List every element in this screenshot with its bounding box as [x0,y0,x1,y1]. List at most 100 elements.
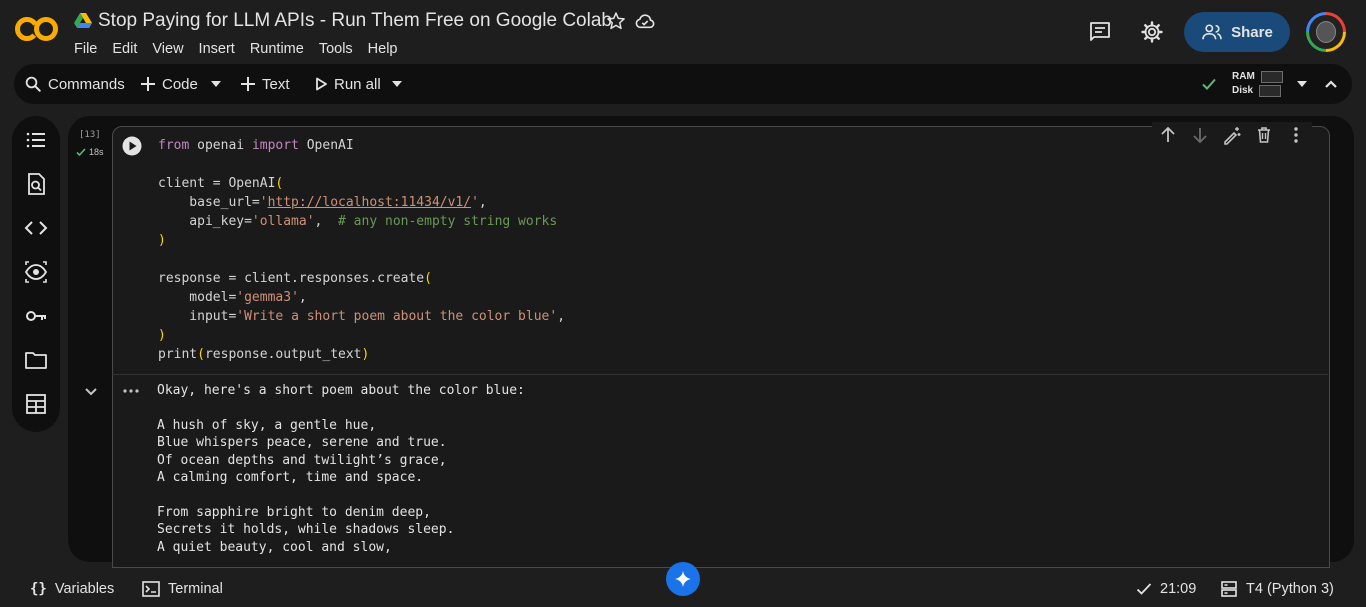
run-cell-button[interactable] [122,136,142,156]
output-line: Blue whispers peace, serene and true. [157,435,447,451]
code-line: ) [158,233,166,248]
notebook-title[interactable]: Stop Paying for LLM APIs - Run Them Free… [98,10,612,32]
run-all-dropdown-button[interactable] [391,64,403,104]
gemini-button[interactable] [666,562,700,596]
execution-count: [13] [79,130,101,140]
collapse-output-icon[interactable] [82,382,100,400]
add-text-button[interactable]: Text [240,64,290,104]
chevron-up-icon [1325,80,1337,88]
output-line: Okay, here's a short poem about the colo… [157,383,525,398]
disk-label: Disk [1232,85,1254,96]
ram-bar [1260,71,1283,83]
code-snippets-icon[interactable] [24,216,48,240]
ram-label: RAM [1232,71,1255,82]
collapse-header-button[interactable] [1324,64,1338,104]
menu-tools[interactable]: Tools [319,41,353,57]
plus-icon [241,77,255,91]
output-line: A calming comfort, time and space. [157,470,424,486]
execution-time: 18s [89,147,104,157]
code-label: Code [162,75,198,93]
run-all-button[interactable]: Run all [314,64,381,104]
notebook-toolbar: Commands Code Text Run all RAM Disk [14,64,1352,104]
server-icon [1221,580,1237,597]
settings-gear-icon[interactable] [1140,20,1164,44]
find-replace-icon[interactable] [24,172,48,196]
menu-file[interactable]: File [74,41,97,57]
table-icon[interactable] [24,392,48,416]
comment-icon[interactable] [1088,20,1112,44]
toc-icon[interactable] [24,128,48,152]
menu-help[interactable]: Help [368,41,398,57]
output-line: A quiet beauty, cool and slow, [157,539,392,555]
execution-time-status[interactable]: 21:09 [1136,570,1196,607]
commands-button[interactable]: Commands [24,64,125,104]
delete-icon[interactable] [1254,125,1274,145]
runtime-status[interactable]: T4 (Python 3) [1220,570,1334,607]
run-all-label: Run all [334,75,381,93]
variables-button[interactable]: {} Variables [30,570,114,607]
code-dropdown-button[interactable] [210,64,222,104]
code-line: from openai import OpenAI [158,138,354,153]
move-up-icon[interactable] [1158,125,1178,145]
variables-label: Variables [54,580,115,597]
google-drive-icon[interactable] [74,13,92,29]
output-divider [112,374,1328,375]
code-line: ) [158,328,166,343]
disk-bar [1259,85,1282,97]
secrets-key-icon[interactable] [24,304,48,328]
colab-logo-icon[interactable] [14,12,60,46]
folder-icon[interactable] [24,348,48,372]
output-line: A hush of sky, a gentle hue, [157,417,377,433]
code-line: print(response.output_text) [158,347,370,362]
cloud-saved-icon[interactable] [634,11,656,31]
share-label: Share [1231,23,1273,41]
output-line: From sapphire bright to denim deep, [157,504,431,520]
output-actions-icon[interactable] [122,384,140,398]
commands-label: Commands [48,75,125,93]
code-line: input='Write a short poem about the colo… [158,309,566,324]
menu-runtime[interactable]: Runtime [250,41,304,57]
menu-bar: File Edit View Insert Runtime Tools Help [74,41,413,57]
menu-edit[interactable]: Edit [112,41,137,57]
share-button[interactable]: Share [1184,12,1290,52]
caret-down-icon [211,81,221,87]
connected-check-icon [1200,64,1218,104]
code-line: client = OpenAI( [158,176,284,191]
more-vert-icon[interactable] [1286,125,1306,145]
output-line: Secrets it holds, while shadows sleep. [157,522,455,538]
braces-icon: {} [30,580,47,597]
inspect-icon[interactable] [24,260,48,284]
play-icon [316,77,327,91]
menu-insert[interactable]: Insert [199,41,235,57]
terminal-button[interactable]: Terminal [142,570,223,607]
gemini-sparkle-icon [674,570,692,588]
check-icon [1136,582,1152,595]
check-icon [76,148,86,157]
terminal-label: Terminal [168,580,223,597]
resource-monitor[interactable]: RAM Disk [1232,70,1283,98]
code-line: model='gemma3', [158,290,307,305]
text-label: Text [262,75,290,93]
move-down-icon[interactable] [1190,125,1210,145]
account-avatar[interactable] [1306,12,1346,52]
side-rail [12,116,60,432]
code-editor[interactable]: from openai import OpenAI client = OpenA… [158,136,565,364]
caret-down-icon [1297,81,1307,87]
plus-icon [141,77,155,91]
star-icon[interactable] [606,11,626,31]
people-icon [1202,24,1222,40]
last-run-time: 21:09 [1160,580,1197,597]
code-line: response = client.responses.create( [158,271,432,286]
output-line: Of ocean depths and twilight’s grace, [157,452,447,468]
code-line: api_key='ollama', # any non-empty string… [158,214,558,229]
edit-magic-icon[interactable] [1222,125,1242,145]
cell-toolbar [1152,122,1312,148]
cell-output: Okay, here's a short poem about the colo… [157,382,525,556]
runtime-label: T4 (Python 3) [1246,580,1334,597]
execution-status: 18s [76,147,104,157]
search-icon [25,76,41,92]
add-code-button[interactable]: Code [140,64,198,104]
menu-view[interactable]: View [152,41,183,57]
resources-dropdown-button[interactable] [1296,64,1308,104]
caret-down-icon [392,81,402,87]
